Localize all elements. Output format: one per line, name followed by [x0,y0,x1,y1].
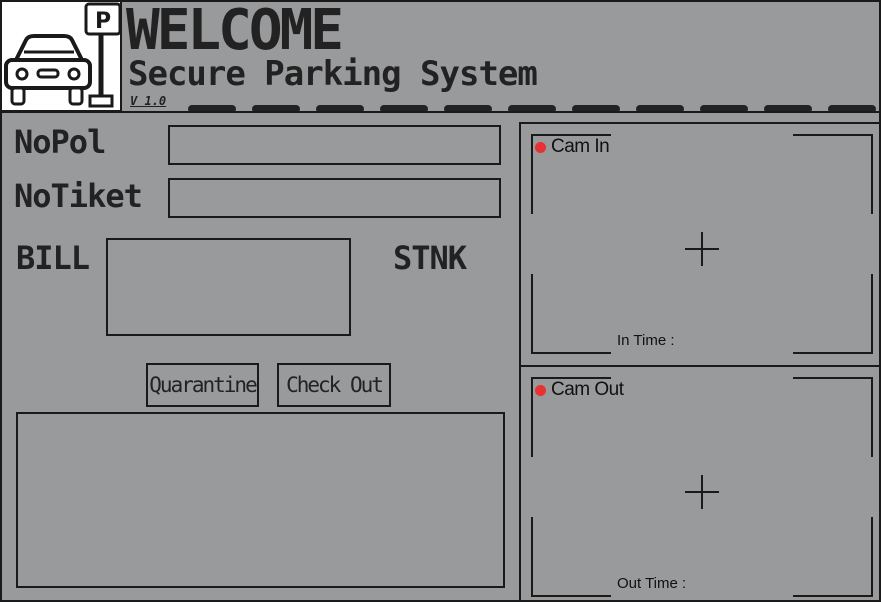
out-time-label: Out Time : [617,575,687,592]
quarantine-button[interactable]: Quarantine [146,363,259,407]
bill-label: BILL [16,239,90,277]
checkout-button[interactable]: Check Out [277,363,391,407]
frame-corner-tr [793,377,873,457]
crosshair-icon [685,232,719,266]
parking-car-icon: P [4,2,122,108]
nopol-input[interactable] [168,125,501,165]
logo: P [2,2,122,112]
app-window: P WELCOME Secure Parking System V 1.0 No… [0,0,881,602]
frame-corner-bl [531,274,611,354]
log-area [16,412,505,588]
version-label: V 1.0 [130,94,167,108]
parking-sign-letter: P [95,9,111,34]
camera-in-view: Cam In In Time : [521,124,879,364]
frame-corner-tr [793,134,873,214]
frame-corner-br [793,274,873,354]
frame-corner-br [793,517,873,597]
nopol-label: NoPol [14,123,106,161]
stnk-label: STNK [393,239,467,277]
frame-corner-bl [531,517,611,597]
in-time-label: In Time : [617,332,675,349]
camera-out-view: Cam Out Out Time : [521,365,879,607]
notiket-input[interactable] [168,178,501,218]
camera-panel: Cam In In Time : Cam Out Out Time : [519,122,879,600]
header: P WELCOME Secure Parking System V 1.0 [2,0,879,113]
frame-corner-tl [531,134,611,214]
bill-display [106,238,351,336]
entry-form-panel: NoPol NoTiket BILL STNK Quarantine Check… [2,113,518,600]
notiket-label: NoTiket [14,177,143,215]
frame-corner-tl [531,377,611,457]
crosshair-icon [685,475,719,509]
page-subtitle: Secure Parking System [128,54,538,94]
